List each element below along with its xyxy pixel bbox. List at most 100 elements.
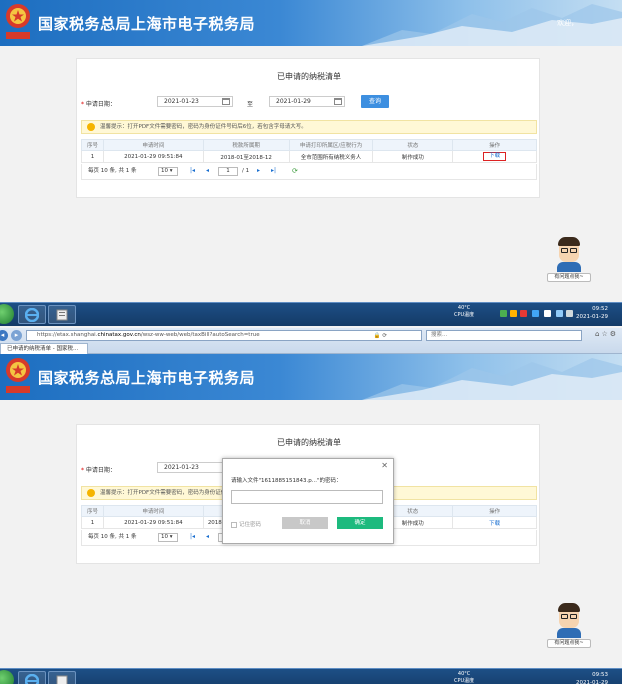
tax-emblem-icon bbox=[6, 4, 30, 39]
column-header: 申请时间 bbox=[102, 505, 204, 517]
url-domain: chinatax.gov.cn bbox=[97, 332, 141, 338]
warning-icon bbox=[87, 123, 95, 131]
assistant-glasses bbox=[561, 248, 568, 253]
app-taskbar-button[interactable] bbox=[48, 305, 76, 324]
ie-taskbar-button[interactable] bbox=[18, 671, 46, 684]
close-icon[interactable]: ✕ bbox=[381, 461, 388, 470]
column-header: 状态 bbox=[372, 139, 454, 151]
tray-icon[interactable] bbox=[500, 310, 507, 317]
browser-search-input[interactable]: 搜索... bbox=[426, 330, 582, 341]
query-button[interactable]: 查询 bbox=[361, 95, 389, 108]
browser-chrome: ◂ ▸ https://etax.shanghai.chinatax.gov.c… bbox=[0, 328, 622, 354]
refresh-icon[interactable]: ⟳ bbox=[292, 164, 298, 178]
ie-taskbar-button[interactable] bbox=[18, 305, 46, 324]
lock-icon: 🔒 ⟳ bbox=[373, 333, 387, 339]
page-size-select[interactable]: 10 ▾ bbox=[158, 533, 178, 542]
forward-icon[interactable]: ▸ bbox=[11, 330, 22, 341]
date-from-input[interactable]: 2021-01-23 bbox=[157, 96, 233, 107]
temp-value: 40°C bbox=[457, 305, 471, 311]
cell-index: 1 bbox=[81, 150, 104, 163]
column-header: 序号 bbox=[81, 139, 104, 151]
back-icon[interactable]: ◂ bbox=[0, 330, 8, 341]
windows-taskbar: 40°C CPU温度 09:52 2021-01-29 bbox=[0, 302, 622, 326]
welcome-text: 欢迎， bbox=[557, 19, 578, 27]
page-title: 已申请的纳税清单 bbox=[277, 438, 341, 447]
start-button[interactable] bbox=[0, 670, 14, 684]
tray-icon[interactable] bbox=[510, 310, 517, 317]
download-link[interactable]: 下载 bbox=[452, 516, 537, 529]
tray-icon[interactable] bbox=[544, 310, 551, 317]
calendar-icon[interactable] bbox=[222, 98, 230, 105]
help-label[interactable]: 有问题点我~ bbox=[547, 273, 591, 282]
assistant-glasses bbox=[561, 614, 568, 619]
column-header: 操作 bbox=[452, 139, 537, 151]
assistant-body bbox=[557, 628, 581, 638]
shield-icon[interactable] bbox=[532, 310, 539, 317]
cell-action: 下载 bbox=[452, 150, 537, 163]
date-label: * 申请日期： bbox=[81, 101, 116, 108]
site-banner: 国家税务总局上海市电子税务局 欢迎， bbox=[0, 0, 622, 46]
url-prefix: https://etax.shanghai. bbox=[37, 332, 98, 338]
clock-time: 09:52 bbox=[592, 306, 608, 312]
app-taskbar-button[interactable] bbox=[48, 671, 76, 684]
url-suffix: /wsz-ww-web/web/taxBill?autoSearch=true bbox=[140, 332, 260, 338]
address-bar[interactable]: https://etax.shanghai.chinatax.gov.cn/ws… bbox=[26, 330, 422, 341]
remember-password-checkbox[interactable]: 记住密码 bbox=[231, 520, 261, 528]
tax-emblem-icon bbox=[6, 358, 30, 393]
column-header: 操作 bbox=[452, 505, 537, 517]
windows-taskbar: 40°C CPU温度 09:53 2021-01-29 bbox=[0, 668, 622, 684]
ie-icon bbox=[25, 307, 39, 322]
first-page-icon[interactable]: |◂ bbox=[190, 530, 195, 544]
password-input[interactable] bbox=[231, 490, 383, 504]
cell-apply-time: 2021-01-29 09:51:84 bbox=[102, 150, 204, 163]
temp-value: 40°C bbox=[457, 671, 471, 677]
browser-toolbar-icons[interactable]: ⌂☆⚙ bbox=[595, 330, 618, 338]
browser-tab[interactable]: 已申请的纳税清单 - 国家税... bbox=[0, 343, 88, 354]
help-assistant[interactable]: 有问题点我~ bbox=[547, 237, 591, 286]
volume-icon[interactable] bbox=[566, 310, 573, 317]
help-assistant[interactable]: 有问题点我~ bbox=[547, 603, 591, 652]
column-header: 申请打印所属区/应税行为 bbox=[288, 139, 374, 151]
help-label[interactable]: 有问题点我~ bbox=[547, 639, 591, 648]
system-clock[interactable]: 09:53 2021-01-29 bbox=[576, 671, 608, 684]
page-number-input[interactable]: 1 bbox=[218, 167, 238, 176]
assistant-glasses bbox=[570, 614, 577, 619]
network-icon[interactable] bbox=[556, 310, 563, 317]
download-link[interactable]: 下载 bbox=[483, 152, 507, 161]
system-clock[interactable]: 09:52 2021-01-29 bbox=[576, 305, 608, 321]
password-prompt: 请输入文件"1611885151843.p..."的密码： bbox=[231, 478, 342, 484]
first-page-icon[interactable]: |◂ bbox=[190, 164, 195, 178]
clock-date: 2021-01-29 bbox=[576, 314, 608, 320]
next-page-icon[interactable]: ▸ bbox=[257, 164, 260, 178]
page-summary: 每页 10 条, 共 1 条 bbox=[88, 168, 137, 174]
column-header: 税款所属期 bbox=[202, 139, 290, 151]
warning-tip: 温馨提示：打开PDF文件需要密码，密码为身份证件号码后6位，若包含字母请大写。 bbox=[81, 120, 537, 134]
great-wall-graphic bbox=[362, 4, 622, 46]
start-button[interactable] bbox=[0, 304, 14, 324]
cell-scope: 全市范围所有纳税义务人 bbox=[288, 150, 374, 163]
page-size-select[interactable]: 10 ▾ bbox=[158, 167, 178, 176]
cancel-button[interactable]: 取消 bbox=[282, 517, 328, 529]
prev-page-icon[interactable]: ◂ bbox=[206, 164, 209, 178]
site-title: 国家税务总局上海市电子税务局 bbox=[38, 369, 256, 387]
date-to-input[interactable]: 2021-01-29 bbox=[269, 96, 345, 107]
assistant-hair bbox=[558, 237, 580, 246]
total-pages: / 1 bbox=[242, 168, 250, 174]
calendar-icon[interactable] bbox=[334, 98, 342, 105]
cell-status: 制作成功 bbox=[372, 150, 454, 163]
confirm-button[interactable]: 确定 bbox=[337, 517, 383, 529]
temp-label: CPU温度 bbox=[454, 312, 475, 318]
prev-page-icon[interactable]: ◂ bbox=[206, 530, 209, 544]
tax-list-card: 已申请的纳税清单 * 申请日期： 2021-01-23 至 2021-01-29… bbox=[76, 58, 540, 198]
cell-period: 2018-01至2018-12 bbox=[202, 150, 290, 163]
site-title: 国家税务总局上海市电子税务局 bbox=[38, 15, 256, 33]
tray-icon[interactable] bbox=[520, 310, 527, 317]
password-dialog: ✕ 请输入文件"1611885151843.p..."的密码： 记住密码 取消 … bbox=[222, 458, 394, 544]
ie-icon bbox=[25, 673, 39, 684]
last-page-icon[interactable]: ▸| bbox=[271, 164, 276, 178]
pagination-bar: 每页 10 条, 共 1 条 10 ▾ |◂ ◂ 1 / 1 ▸ ▸| ⟳ bbox=[81, 164, 537, 180]
clock-time: 09:53 bbox=[592, 672, 608, 678]
document-icon bbox=[56, 309, 68, 320]
checkbox-icon[interactable] bbox=[231, 521, 237, 528]
clock-date: 2021-01-29 bbox=[576, 680, 608, 684]
